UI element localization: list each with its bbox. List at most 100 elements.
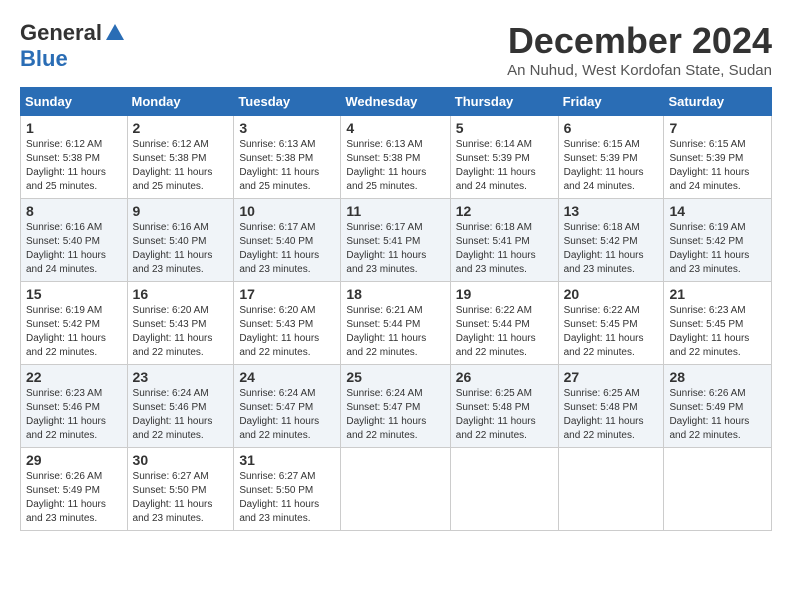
calendar-cell: 1 Sunrise: 6:12 AM Sunset: 5:38 PM Daylig… bbox=[21, 116, 128, 199]
day-info: Sunrise: 6:24 AM Sunset: 5:46 PM Dayligh… bbox=[133, 387, 229, 443]
day-info: Sunrise: 6:26 AM Sunset: 5:49 PM Dayligh… bbox=[669, 387, 766, 443]
day-info: Sunrise: 6:25 AM Sunset: 5:48 PM Dayligh… bbox=[564, 387, 659, 443]
day-number: 18 bbox=[346, 286, 444, 302]
day-info: Sunrise: 6:20 AM Sunset: 5:43 PM Dayligh… bbox=[133, 304, 229, 360]
day-info: Sunrise: 6:22 AM Sunset: 5:45 PM Dayligh… bbox=[564, 304, 659, 360]
calendar-cell: 20Sunrise: 6:22 AM Sunset: 5:45 PM Dayli… bbox=[558, 282, 664, 365]
day-number: 15 bbox=[26, 286, 122, 302]
day-info: Sunrise: 6:15 AM Sunset: 5:39 PM Dayligh… bbox=[564, 138, 659, 194]
calendar-week-3: 15 Sunrise: 6:19 AM Sunset: 5:42 PM Dayli… bbox=[21, 282, 772, 365]
day-number: 2 bbox=[133, 120, 229, 136]
calendar-cell: 4 Sunrise: 6:13 AM Sunset: 5:38 PM Daylig… bbox=[341, 116, 450, 199]
day-number: 16 bbox=[133, 286, 229, 302]
logo: General Blue bbox=[20, 20, 126, 72]
day-info: Sunrise: 6:21 AM Sunset: 5:44 PM Dayligh… bbox=[346, 304, 444, 360]
calendar-cell bbox=[664, 448, 772, 531]
day-number: 17 bbox=[239, 286, 335, 302]
logo-general-text: General bbox=[20, 20, 102, 46]
day-info: Sunrise: 6:22 AM Sunset: 5:44 PM Dayligh… bbox=[456, 304, 553, 360]
calendar-body: 1 Sunrise: 6:12 AM Sunset: 5:38 PM Daylig… bbox=[21, 116, 772, 531]
day-info: Sunrise: 6:12 AM Sunset: 5:38 PM Dayligh… bbox=[26, 138, 122, 194]
day-info: Sunrise: 6:18 AM Sunset: 5:42 PM Dayligh… bbox=[564, 221, 659, 277]
day-number: 23 bbox=[133, 369, 229, 385]
day-info: Sunrise: 6:13 AM Sunset: 5:38 PM Dayligh… bbox=[346, 138, 444, 194]
calendar-table: Sunday Monday Tuesday Wednesday Thursday… bbox=[20, 87, 772, 531]
day-number: 4 bbox=[346, 120, 444, 136]
calendar-cell: 30 Sunrise: 6:27 AM Sunset: 5:50 PM Dayli… bbox=[127, 448, 234, 531]
calendar-cell: 8 Sunrise: 6:16 AM Sunset: 5:40 PM Daylig… bbox=[21, 199, 128, 282]
col-saturday: Saturday bbox=[664, 88, 772, 116]
day-info: Sunrise: 6:16 AM Sunset: 5:40 PM Dayligh… bbox=[133, 221, 229, 277]
calendar-cell: 23 Sunrise: 6:24 AM Sunset: 5:46 PM Dayli… bbox=[127, 365, 234, 448]
day-info: Sunrise: 6:27 AM Sunset: 5:50 PM Dayligh… bbox=[239, 470, 335, 526]
day-number: 13 bbox=[564, 203, 659, 219]
days-of-week-row: Sunday Monday Tuesday Wednesday Thursday… bbox=[21, 88, 772, 116]
day-number: 1 bbox=[26, 120, 122, 136]
day-info: Sunrise: 6:20 AM Sunset: 5:43 PM Dayligh… bbox=[239, 304, 335, 360]
page-header: General Blue December 2024 An Nuhud, Wes… bbox=[20, 20, 772, 79]
calendar-week-1: 1 Sunrise: 6:12 AM Sunset: 5:38 PM Daylig… bbox=[21, 116, 772, 199]
day-number: 22 bbox=[26, 369, 122, 385]
day-info: Sunrise: 6:24 AM Sunset: 5:47 PM Dayligh… bbox=[346, 387, 444, 443]
calendar-cell: 17 Sunrise: 6:20 AM Sunset: 5:43 PM Dayli… bbox=[234, 282, 341, 365]
day-number: 30 bbox=[133, 452, 229, 468]
day-info: Sunrise: 6:16 AM Sunset: 5:40 PM Dayligh… bbox=[26, 221, 122, 277]
calendar-cell bbox=[558, 448, 664, 531]
day-info: Sunrise: 6:12 AM Sunset: 5:38 PM Dayligh… bbox=[133, 138, 229, 194]
col-wednesday: Wednesday bbox=[341, 88, 450, 116]
day-number: 27 bbox=[564, 369, 659, 385]
calendar-cell: 6 Sunrise: 6:15 AM Sunset: 5:39 PM Daylig… bbox=[558, 116, 664, 199]
calendar-week-4: 22 Sunrise: 6:23 AM Sunset: 5:46 PM Dayli… bbox=[21, 365, 772, 448]
day-info: Sunrise: 6:14 AM Sunset: 5:39 PM Dayligh… bbox=[456, 138, 553, 194]
col-tuesday: Tuesday bbox=[234, 88, 341, 116]
calendar-cell: 11 Sunrise: 6:17 AM Sunset: 5:41 PM Dayli… bbox=[341, 199, 450, 282]
day-info: Sunrise: 6:23 AM Sunset: 5:46 PM Dayligh… bbox=[26, 387, 122, 443]
day-number: 26 bbox=[456, 369, 553, 385]
calendar-cell: 26Sunrise: 6:25 AM Sunset: 5:48 PM Dayli… bbox=[450, 365, 558, 448]
day-number: 8 bbox=[26, 203, 122, 219]
calendar-cell: 27 Sunrise: 6:25 AM Sunset: 5:48 PM Dayli… bbox=[558, 365, 664, 448]
day-number: 19 bbox=[456, 286, 553, 302]
calendar-cell: 5 Sunrise: 6:14 AM Sunset: 5:39 PM Daylig… bbox=[450, 116, 558, 199]
calendar-cell: 21 Sunrise: 6:23 AM Sunset: 5:45 PM Dayli… bbox=[664, 282, 772, 365]
col-friday: Friday bbox=[558, 88, 664, 116]
calendar-cell: 14 Sunrise: 6:19 AM Sunset: 5:42 PM Dayli… bbox=[664, 199, 772, 282]
calendar-cell: 9 Sunrise: 6:16 AM Sunset: 5:40 PM Daylig… bbox=[127, 199, 234, 282]
col-monday: Monday bbox=[127, 88, 234, 116]
calendar-cell bbox=[450, 448, 558, 531]
day-number: 11 bbox=[346, 203, 444, 219]
logo-icon bbox=[104, 22, 126, 44]
day-number: 3 bbox=[239, 120, 335, 136]
calendar-week-2: 8 Sunrise: 6:16 AM Sunset: 5:40 PM Daylig… bbox=[21, 199, 772, 282]
day-number: 21 bbox=[669, 286, 766, 302]
logo-blue-text: Blue bbox=[20, 46, 68, 72]
calendar-cell bbox=[341, 448, 450, 531]
day-number: 14 bbox=[669, 203, 766, 219]
calendar-cell: 29Sunrise: 6:26 AM Sunset: 5:49 PM Dayli… bbox=[21, 448, 128, 531]
calendar-cell: 16 Sunrise: 6:20 AM Sunset: 5:43 PM Dayli… bbox=[127, 282, 234, 365]
calendar-cell: 31Sunrise: 6:27 AM Sunset: 5:50 PM Dayli… bbox=[234, 448, 341, 531]
day-number: 6 bbox=[564, 120, 659, 136]
day-number: 5 bbox=[456, 120, 553, 136]
day-info: Sunrise: 6:19 AM Sunset: 5:42 PM Dayligh… bbox=[669, 221, 766, 277]
day-number: 9 bbox=[133, 203, 229, 219]
day-info: Sunrise: 6:19 AM Sunset: 5:42 PM Dayligh… bbox=[26, 304, 122, 360]
calendar-cell: 3Sunrise: 6:13 AM Sunset: 5:38 PM Daylig… bbox=[234, 116, 341, 199]
day-number: 29 bbox=[26, 452, 122, 468]
calendar-cell: 24Sunrise: 6:24 AM Sunset: 5:47 PM Dayli… bbox=[234, 365, 341, 448]
day-info: Sunrise: 6:18 AM Sunset: 5:41 PM Dayligh… bbox=[456, 221, 553, 277]
day-number: 10 bbox=[239, 203, 335, 219]
calendar-cell: 18 Sunrise: 6:21 AM Sunset: 5:44 PM Dayli… bbox=[341, 282, 450, 365]
calendar-cell: 13 Sunrise: 6:18 AM Sunset: 5:42 PM Dayli… bbox=[558, 199, 664, 282]
day-info: Sunrise: 6:24 AM Sunset: 5:47 PM Dayligh… bbox=[239, 387, 335, 443]
calendar-cell: 25Sunrise: 6:24 AM Sunset: 5:47 PM Dayli… bbox=[341, 365, 450, 448]
day-number: 7 bbox=[669, 120, 766, 136]
col-sunday: Sunday bbox=[21, 88, 128, 116]
day-info: Sunrise: 6:17 AM Sunset: 5:41 PM Dayligh… bbox=[346, 221, 444, 277]
day-info: Sunrise: 6:23 AM Sunset: 5:45 PM Dayligh… bbox=[669, 304, 766, 360]
col-thursday: Thursday bbox=[450, 88, 558, 116]
calendar-cell: 7Sunrise: 6:15 AM Sunset: 5:39 PM Daylig… bbox=[664, 116, 772, 199]
location-subtitle: An Nuhud, West Kordofan State, Sudan bbox=[507, 62, 772, 79]
day-info: Sunrise: 6:27 AM Sunset: 5:50 PM Dayligh… bbox=[133, 470, 229, 526]
calendar-header: Sunday Monday Tuesday Wednesday Thursday… bbox=[21, 88, 772, 116]
